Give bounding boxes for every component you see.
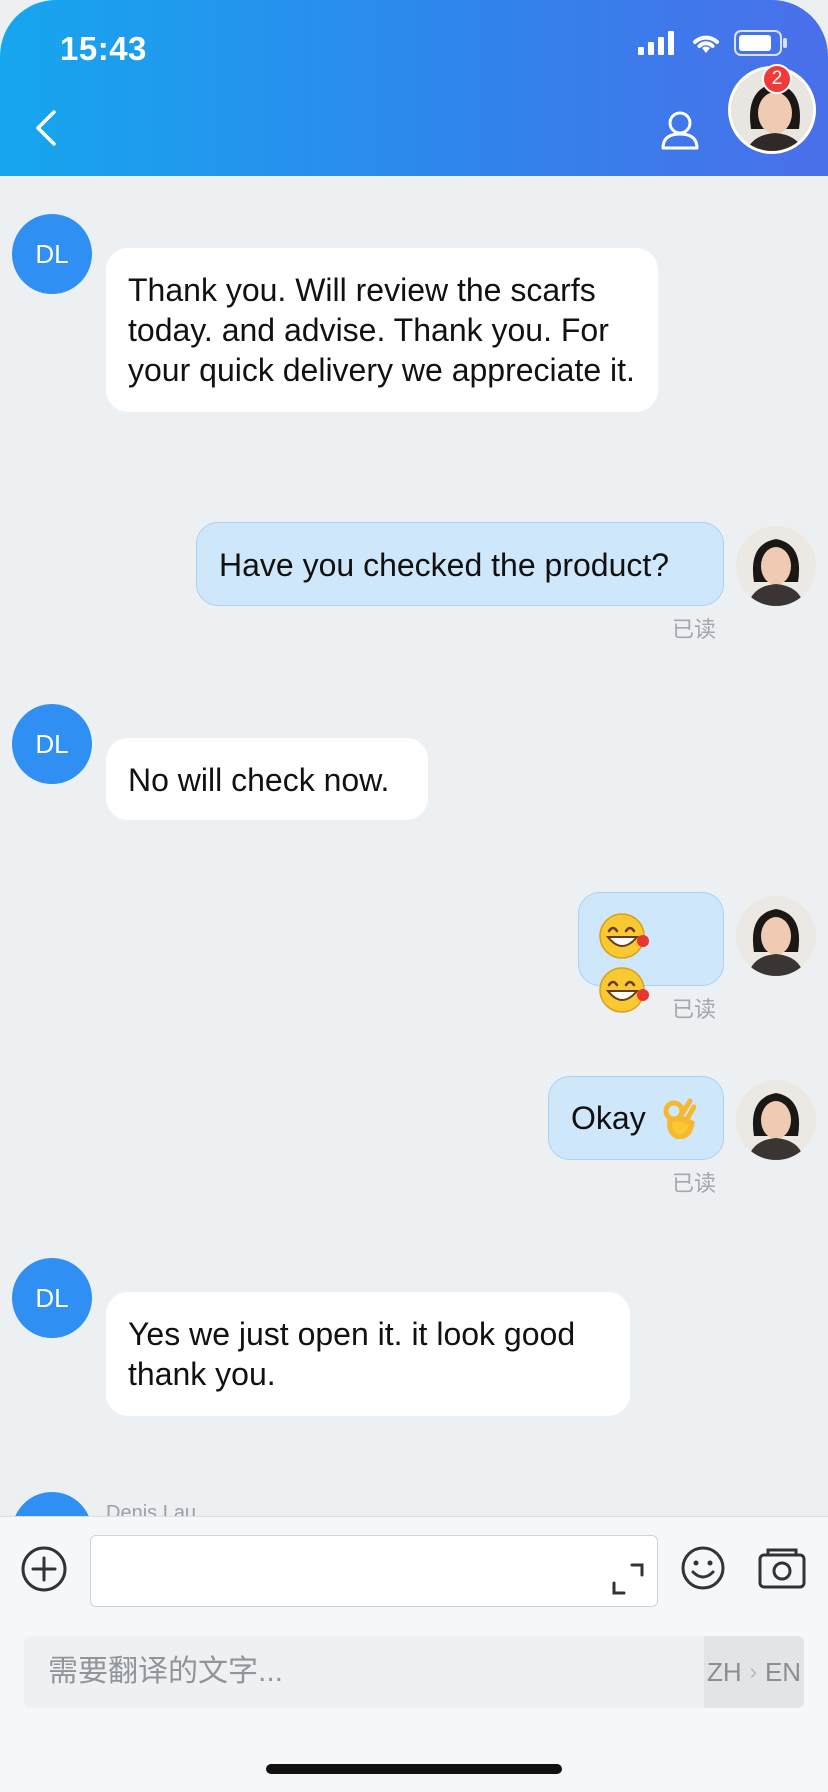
sender-name: Denis Lau <box>106 1502 197 1516</box>
incoming-message[interactable]: Yes we just open it. it look good thank … <box>106 1292 630 1416</box>
outgoing-emoji-message[interactable] <box>578 892 724 1013</box>
contact-avatar[interactable]: DL <box>12 704 92 784</box>
laughing-face-icon <box>599 913 649 959</box>
target-language: EN <box>764 1656 802 1687</box>
message-input-bar <box>0 1516 828 1620</box>
status-icons <box>638 30 788 56</box>
contact-avatar[interactable]: DL <box>12 1258 92 1338</box>
outgoing-message[interactable]: Okay <box>548 1076 724 1160</box>
outgoing-message[interactable]: Have you checked the product? <box>196 522 724 606</box>
contact-avatar[interactable]: DL <box>12 1492 92 1516</box>
status-time: 15:43 <box>60 30 147 67</box>
wifi-icon <box>693 35 719 53</box>
language-toggle[interactable]: ZH › EN <box>704 1636 804 1708</box>
message-text: Okay <box>571 1100 646 1136</box>
my-avatar[interactable] <box>736 1080 816 1160</box>
signal-icon <box>638 31 674 55</box>
camera-button[interactable] <box>758 1547 806 1589</box>
profile-icon[interactable] <box>660 110 700 152</box>
message-list[interactable]: DL Thank you. Will review the scarfs tod… <box>0 176 828 1516</box>
incoming-message[interactable]: Thank you. Will review the scarfs today.… <box>106 248 658 412</box>
my-avatar[interactable] <box>736 526 816 606</box>
chat-header: 15:43 2 <box>0 0 828 176</box>
laughing-face-icon <box>599 967 649 1013</box>
read-receipt: 已读 <box>672 1171 717 1196</box>
read-receipt: 已读 <box>672 617 717 642</box>
incoming-message[interactable]: No will check now. <box>106 738 428 820</box>
back-button[interactable] <box>28 106 64 150</box>
translate-input[interactable]: 需要翻译的文字... <box>24 1636 704 1708</box>
my-avatar[interactable] <box>736 896 816 976</box>
message-input[interactable] <box>90 1535 658 1607</box>
home-indicator[interactable] <box>266 1764 562 1774</box>
bottom-safe-area <box>0 1722 828 1792</box>
chevron-right-icon: › <box>749 1659 757 1684</box>
add-attachment-button[interactable] <box>20 1545 68 1593</box>
contact-avatar[interactable]: DL <box>12 214 92 294</box>
emoji-button[interactable] <box>680 1545 726 1591</box>
source-language: ZH <box>706 1656 742 1687</box>
battery-icon <box>734 30 787 56</box>
translate-bar: 需要翻译的文字... ZH › EN <box>0 1620 828 1722</box>
read-receipt: 已读 <box>672 997 717 1022</box>
ok-hand-icon <box>663 1098 696 1139</box>
notification-badge: 2 <box>762 64 792 94</box>
expand-icon[interactable] <box>610 1561 646 1597</box>
